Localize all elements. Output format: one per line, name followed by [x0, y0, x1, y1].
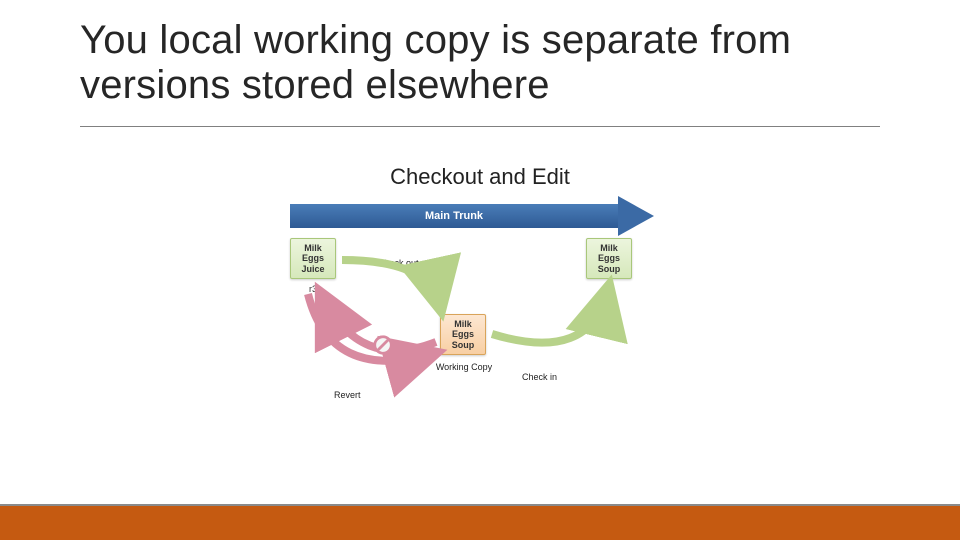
diagram: Main Trunk Milk Eggs Juice r3 Milk Eggs … [290, 204, 670, 424]
r4-item-2: Eggs [589, 253, 629, 263]
revision-box-r3: Milk Eggs Juice [290, 238, 336, 279]
revision-label-r4: r4 [586, 284, 632, 294]
revert-arrow-2 [308, 294, 432, 361]
trunk-label: Main Trunk [425, 210, 483, 222]
checkin-label: Check in [522, 372, 557, 382]
prohibited-icon [372, 334, 394, 356]
r3-item-3: Juice [293, 264, 333, 274]
r3-item-2: Eggs [293, 253, 333, 263]
r4-item-3: Soup [589, 264, 629, 274]
wc-item-3: Soup [443, 340, 483, 350]
title-block: You local working copy is separate from … [80, 18, 880, 108]
checkout-label: Check out [378, 258, 419, 268]
trunk-arrowhead [618, 196, 654, 236]
diagram-heading: Checkout and Edit [0, 164, 960, 190]
revision-label-r3: r3 [290, 284, 336, 294]
bottom-accent-bar [0, 506, 960, 540]
working-copy-box: Milk Eggs Soup [440, 314, 486, 355]
r4-item-1: Milk [589, 243, 629, 253]
revert-label: Revert [334, 390, 361, 400]
slide: You local working copy is separate from … [0, 0, 960, 540]
checkin-arrow [492, 290, 608, 343]
wc-item-2: Eggs [443, 329, 483, 339]
revision-box-r4: Milk Eggs Soup [586, 238, 632, 279]
r3-item-1: Milk [293, 243, 333, 253]
trunk-bar: Main Trunk [290, 204, 618, 228]
working-copy-label: Working Copy [434, 362, 494, 372]
title-underline [80, 126, 880, 127]
wc-item-1: Milk [443, 319, 483, 329]
slide-title: You local working copy is separate from … [80, 18, 880, 108]
